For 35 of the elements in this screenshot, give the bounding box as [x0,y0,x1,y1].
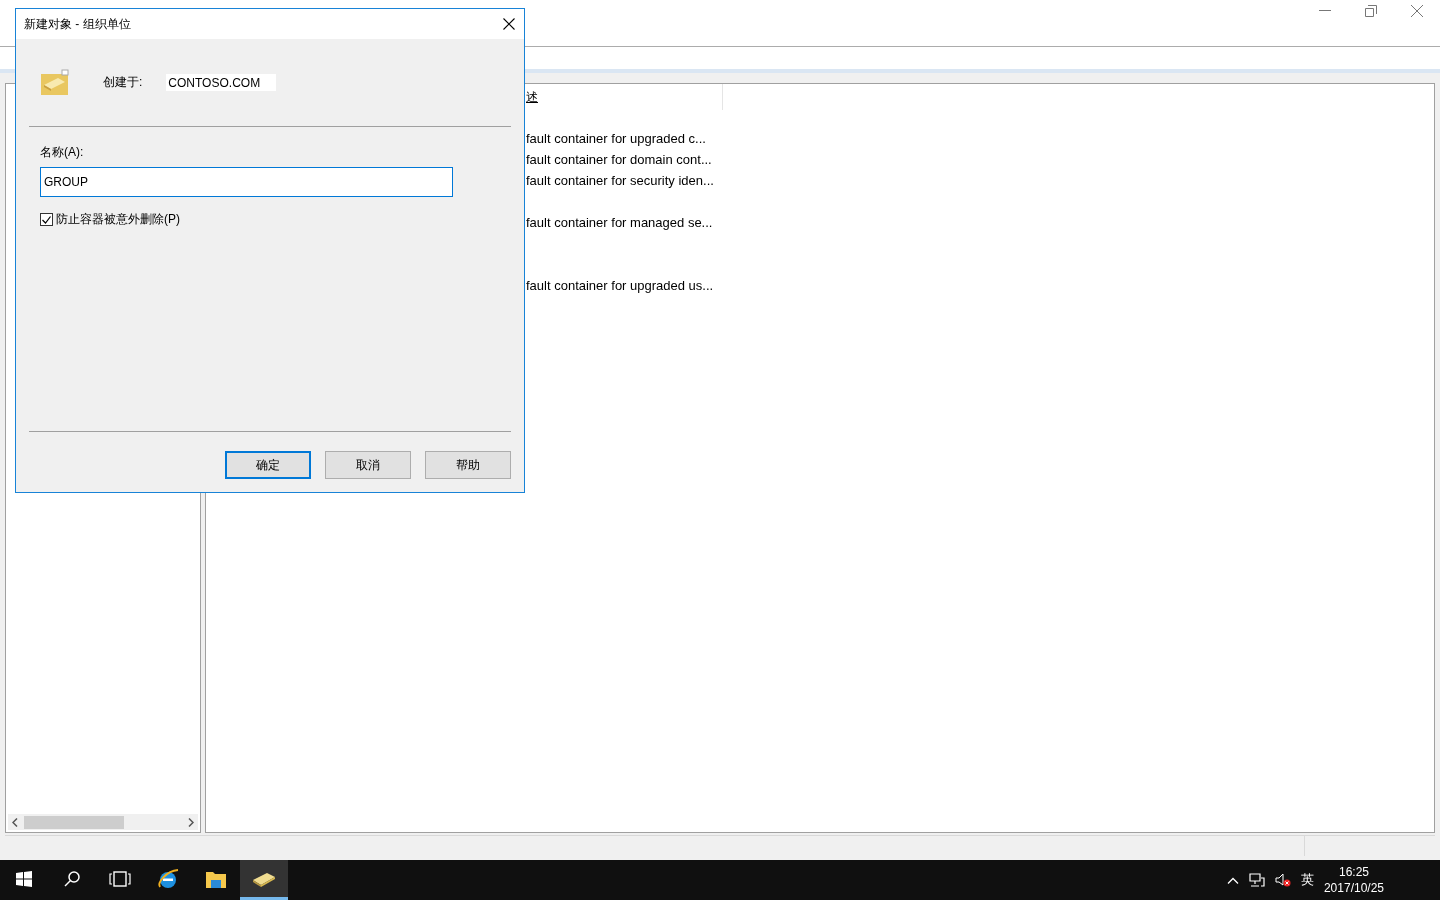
taskbar-app-button[interactable] [240,860,288,900]
description-cell: fault container for managed se... [526,215,713,230]
task-view-icon [109,870,131,887]
clock-time[interactable]: 16:25 [1338,864,1369,880]
dialog-button[interactable]: 确定 [225,451,311,479]
name-field[interactable]: GROUP [40,167,453,197]
scroll-right-icon[interactable] [188,817,194,827]
minimize-icon[interactable] [1319,10,1331,12]
muted-speaker-icon[interactable] [1274,873,1291,887]
name-label: 名称(A): [40,144,85,161]
dialog-button[interactable]: 帮助 [425,451,511,479]
scroll-thumb[interactable] [24,816,124,829]
browser-e-icon [156,866,180,891]
dialog-title: 新建对象 - 组织单位 [24,15,131,33]
description-cell: fault container for security iden... [526,173,714,188]
created-in-value: CONTOSO.COM [166,74,277,91]
description-cell: fault container for domain cont... [526,152,712,167]
checkbox-label: 防止容器被意外删除(P) [56,211,180,228]
close-icon[interactable] [503,18,515,30]
clock-date[interactable]: 2017/10/25 [1323,880,1384,896]
description-cell: fault container for upgraded c... [526,131,706,146]
checkbox[interactable] [40,213,53,226]
network-icon[interactable] [1248,873,1265,887]
description-cell: fault container for upgraded us... [526,278,714,293]
created-in-label: 创建于: [103,74,143,91]
dialog-button[interactable]: 取消 [325,451,411,479]
column-header[interactable]: 述 [526,84,723,110]
folder-icon [40,68,70,97]
windows-logo-icon[interactable] [16,870,32,887]
restore-icon[interactable] [1365,5,1377,17]
search-icon [63,869,81,888]
scroll-left-icon[interactable] [12,817,18,827]
input-language[interactable]: 英 [1300,871,1314,889]
horizontal-scrollbar[interactable] [8,814,198,830]
caret-up-icon[interactable] [1226,876,1239,884]
